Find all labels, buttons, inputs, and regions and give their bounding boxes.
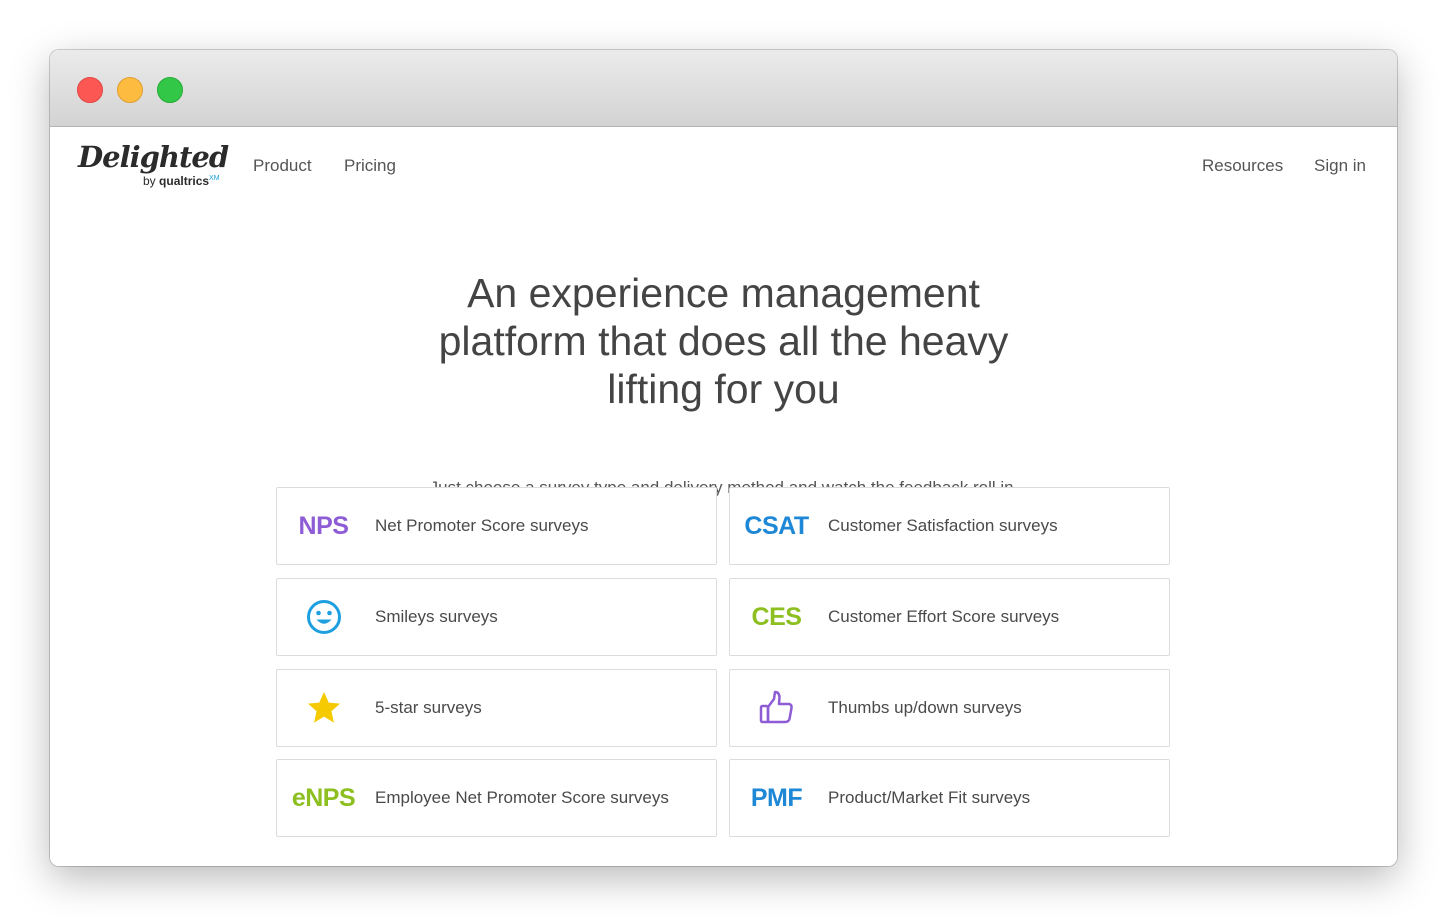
survey-card-csat[interactable]: CSAT Customer Satisfaction surveys	[729, 487, 1170, 565]
survey-label: Net Promoter Score surveys	[375, 516, 589, 535]
survey-card-thumbs[interactable]: Thumbs up/down surveys	[729, 669, 1170, 747]
survey-label: Product/Market Fit surveys	[828, 788, 1031, 807]
window-titlebar	[50, 50, 1397, 127]
smiley-icon	[277, 579, 370, 655]
survey-label: Thumbs up/down surveys	[828, 698, 1022, 717]
pmf-badge: PMF	[750, 783, 803, 812]
browser-window: Delighted by qualtricsXM Product Pricing…	[50, 50, 1397, 866]
survey-card-enps[interactable]: eNPS Employee Net Promoter Score surveys	[276, 759, 717, 837]
logo-wordmark: Delighted	[78, 140, 229, 174]
page-content: Delighted by qualtricsXM Product Pricing…	[50, 127, 1397, 866]
minimize-window-button[interactable]	[117, 77, 143, 103]
close-window-button[interactable]	[77, 77, 103, 103]
delighted-logo[interactable]: Delighted by qualtricsXM	[78, 140, 229, 192]
survey-label: 5-star surveys	[375, 698, 482, 717]
survey-card-5-star[interactable]: 5-star surveys	[276, 669, 717, 747]
survey-label: Customer Satisfaction surveys	[828, 516, 1058, 535]
survey-label: Employee Net Promoter Score surveys	[375, 788, 669, 807]
nps-badge: NPS	[298, 511, 349, 540]
enps-badge: eNPS	[291, 783, 356, 812]
nav-pricing-link[interactable]: Pricing	[344, 156, 396, 176]
survey-label: Customer Effort Score surveys	[828, 607, 1060, 626]
survey-label: Smileys surveys	[375, 607, 498, 626]
logo-byline: by qualtricsXM	[143, 174, 220, 188]
survey-card-ces[interactable]: CES Customer Effort Score surveys	[729, 578, 1170, 656]
survey-card-smileys[interactable]: Smileys surveys	[276, 578, 717, 656]
star-icon	[277, 670, 370, 746]
nav-resources-link[interactable]: Resources	[1202, 156, 1283, 176]
thumbs-up-icon	[730, 670, 823, 746]
ces-badge: CES	[751, 602, 802, 631]
hero-title: An experience management platform that d…	[438, 270, 1009, 412]
csat-badge: CSAT	[744, 511, 809, 540]
maximize-window-button[interactable]	[157, 77, 183, 103]
survey-card-nps[interactable]: NPS Net Promoter Score surveys	[276, 487, 717, 565]
survey-card-pmf[interactable]: PMF Product/Market Fit surveys	[729, 759, 1170, 837]
nav-product-link[interactable]: Product	[253, 156, 312, 176]
nav-sign-in-link[interactable]: Sign in	[1314, 156, 1366, 176]
